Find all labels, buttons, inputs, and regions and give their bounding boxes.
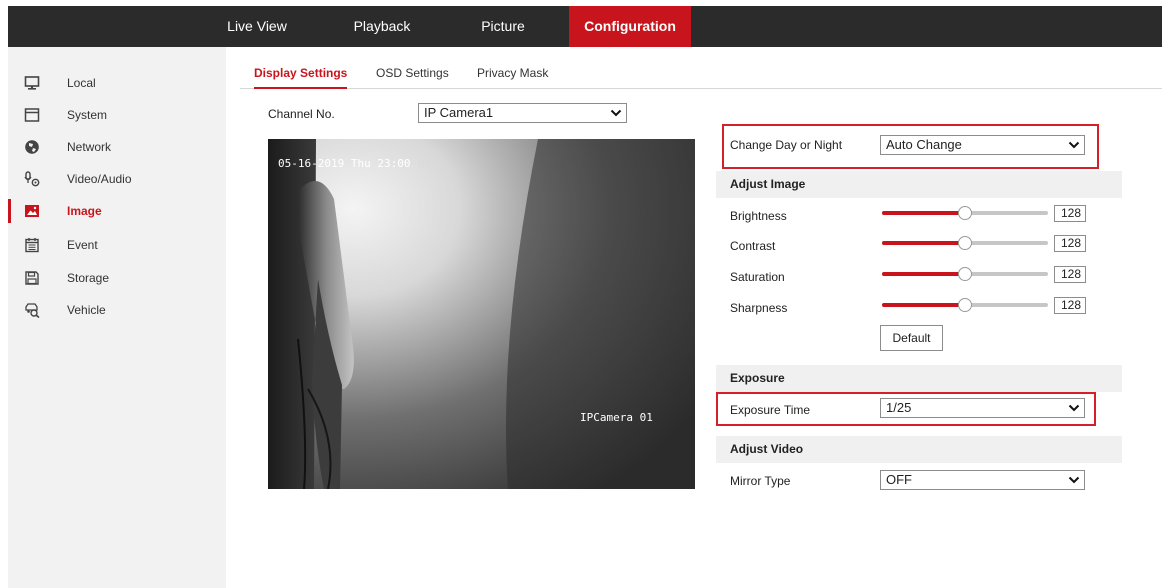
slider-thumb[interactable] <box>958 298 972 312</box>
exposure-time-select[interactable]: 1/25 <box>880 398 1085 418</box>
section-header-adjust-video: Adjust Video <box>716 436 1122 463</box>
contrast-value-field[interactable]: 128 <box>1054 235 1086 252</box>
sidebar-item-network[interactable]: Network <box>8 131 226 163</box>
slider-fill <box>882 272 965 276</box>
camera-frame-image: 05-16-2019 Thu 23:00 05 IPCamera 01 <box>268 139 695 489</box>
slider-thumb[interactable] <box>958 267 972 281</box>
exposure-time-select-value: 1/25 <box>886 400 912 415</box>
slider-fill <box>882 241 965 245</box>
floppy-disk-icon <box>25 271 39 285</box>
sidebar-item-label: Event <box>67 238 98 252</box>
mirror-type-select[interactable]: OFF <box>880 470 1085 490</box>
sidebar: Local System Network Video/Audio Image E… <box>8 47 226 588</box>
chevron-down-icon <box>1068 476 1080 484</box>
configuration-subtabs: Display Settings OSD Settings Privacy Ma… <box>240 60 1162 89</box>
slider-thumb[interactable] <box>958 206 972 220</box>
section-header-adjust-image: Adjust Image <box>716 171 1122 198</box>
nav-tab-live-view[interactable]: Live View <box>226 6 288 47</box>
sidebar-item-image[interactable]: Image <box>8 195 226 227</box>
nav-tab-playback[interactable]: Playback <box>344 6 420 47</box>
sidebar-item-video-audio[interactable]: Video/Audio <box>8 163 226 195</box>
nav-tab-picture[interactable]: Picture <box>472 6 534 47</box>
mirror-type-select-value: OFF <box>886 472 912 487</box>
sharpness-label: Sharpness <box>730 301 788 315</box>
sidebar-item-label: Vehicle <box>67 303 106 317</box>
saturation-label: Saturation <box>730 270 785 284</box>
slider-fill <box>882 211 965 215</box>
active-item-marker <box>8 199 11 223</box>
tab-display-settings[interactable]: Display Settings <box>254 66 348 89</box>
day-night-label: Change Day or Night <box>730 138 843 152</box>
channel-label: Channel No. <box>268 107 335 121</box>
chevron-down-icon <box>1068 404 1080 412</box>
tab-osd-settings[interactable]: OSD Settings <box>376 66 449 80</box>
brightness-value-field[interactable]: 128 <box>1054 205 1086 222</box>
top-navigation-bar: Live View Playback Picture Configuration <box>0 0 1162 47</box>
calendar-icon <box>25 238 39 253</box>
system-window-icon <box>24 108 40 122</box>
live-video-preview[interactable]: 05-16-2019 Thu 23:00 05 IPCamera 01 <box>268 139 695 489</box>
saturation-slider[interactable] <box>882 267 1048 281</box>
section-header-exposure: Exposure <box>716 365 1122 392</box>
channel-select-value: IP Camera1 <box>424 105 494 120</box>
day-night-select[interactable]: Auto Change <box>880 135 1085 155</box>
sidebar-item-label: Local <box>67 76 96 90</box>
image-icon <box>25 205 39 217</box>
sidebar-item-label: Network <box>67 140 112 154</box>
sidebar-item-system[interactable]: System <box>8 99 226 131</box>
network-globe-icon <box>25 140 39 154</box>
sharpness-slider[interactable] <box>882 298 1048 312</box>
exposure-time-label: Exposure Time <box>730 403 811 417</box>
channel-select[interactable]: IP Camera1 <box>418 103 627 123</box>
saturation-value-field[interactable]: 128 <box>1054 266 1086 283</box>
vehicle-search-icon <box>25 303 40 318</box>
sidebar-item-label: Video/Audio <box>67 172 132 186</box>
tab-privacy-mask[interactable]: Privacy Mask <box>477 66 548 80</box>
chevron-down-icon <box>610 109 622 117</box>
video-audio-icon <box>24 171 40 187</box>
chevron-down-icon <box>1068 141 1080 149</box>
sidebar-item-label: Image <box>67 204 102 218</box>
nav-tab-configuration[interactable]: Configuration <box>569 6 691 47</box>
sharpness-value-field[interactable]: 128 <box>1054 297 1086 314</box>
sidebar-item-local[interactable]: Local <box>8 67 226 99</box>
day-night-select-value: Auto Change <box>886 137 962 152</box>
osd-seconds: 05 <box>418 157 431 170</box>
sidebar-item-event[interactable]: Event <box>8 229 226 261</box>
contrast-slider[interactable] <box>882 236 1048 250</box>
sidebar-item-label: System <box>67 108 108 122</box>
slider-thumb[interactable] <box>958 236 972 250</box>
default-button[interactable]: Default <box>880 325 943 351</box>
sidebar-item-vehicle[interactable]: Vehicle <box>8 294 226 326</box>
slider-fill <box>882 303 965 307</box>
osd-datetime: 05-16-2019 Thu 23:00 <box>278 157 410 170</box>
contrast-label: Contrast <box>730 239 776 253</box>
osd-camera-name: IPCamera 01 <box>580 411 653 424</box>
sidebar-item-label: Storage <box>67 271 110 285</box>
brightness-slider[interactable] <box>882 206 1048 220</box>
mirror-type-label: Mirror Type <box>730 474 791 488</box>
sidebar-item-storage[interactable]: Storage <box>8 262 226 294</box>
brightness-label: Brightness <box>730 209 787 223</box>
monitor-icon <box>24 76 40 90</box>
